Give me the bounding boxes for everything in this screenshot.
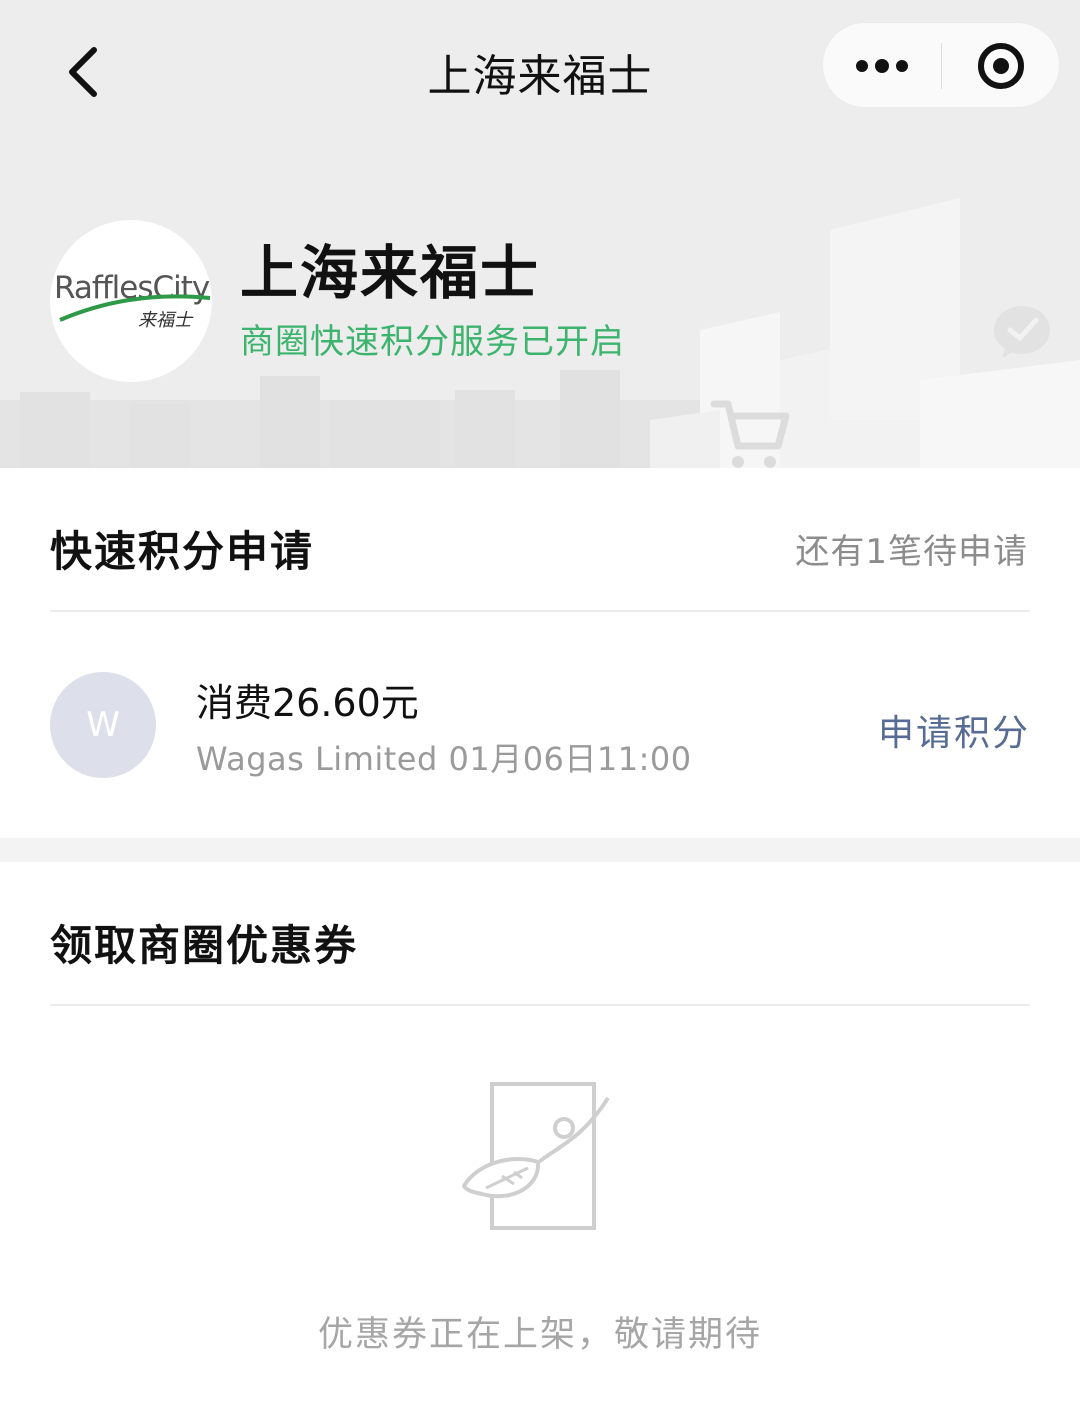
service-status: 商圈快速积分服务已开启 bbox=[240, 322, 625, 362]
empty-coupon-message: 优惠券正在上架，敬请期待 bbox=[317, 1315, 762, 1355]
logo-chinese: 来福士 bbox=[138, 310, 194, 331]
mall-name: 上海来福士 bbox=[240, 239, 541, 307]
apply-points-button[interactable]: 申请积分 bbox=[878, 704, 1030, 756]
transaction-meta: Wagas Limited 01月06日11:00 bbox=[196, 740, 692, 778]
section-gap bbox=[0, 838, 1080, 862]
mall-header: 上海来福士 RafflesCity 来福士 上海来福士 商圈快速积分服务已开启 bbox=[0, 0, 1080, 468]
target-close-icon bbox=[978, 43, 1024, 89]
coupon-section-title: 领取商圈优惠券 bbox=[50, 921, 359, 970]
merchant-avatar: W bbox=[50, 672, 156, 778]
page: 上海来福士 RafflesCity 来福士 上海来福士 商圈快速积分服务已开启 … bbox=[0, 0, 1080, 1412]
pending-count: 还有1笔待申请 bbox=[795, 532, 1028, 572]
divider bbox=[50, 1004, 1030, 1006]
mall-logo: RafflesCity 来福士 bbox=[50, 220, 212, 382]
points-section-title: 快速积分申请 bbox=[50, 527, 315, 576]
mini-program-capsule bbox=[822, 22, 1060, 108]
more-button[interactable] bbox=[823, 23, 941, 109]
divider bbox=[50, 610, 1030, 612]
empty-coupon-icon bbox=[462, 1082, 610, 1230]
close-mini-program-button[interactable] bbox=[942, 23, 1060, 109]
wechat-pay-icon bbox=[994, 306, 1050, 358]
transaction-amount: 消费26.60元 bbox=[196, 681, 419, 725]
more-dots-icon bbox=[856, 59, 908, 73]
